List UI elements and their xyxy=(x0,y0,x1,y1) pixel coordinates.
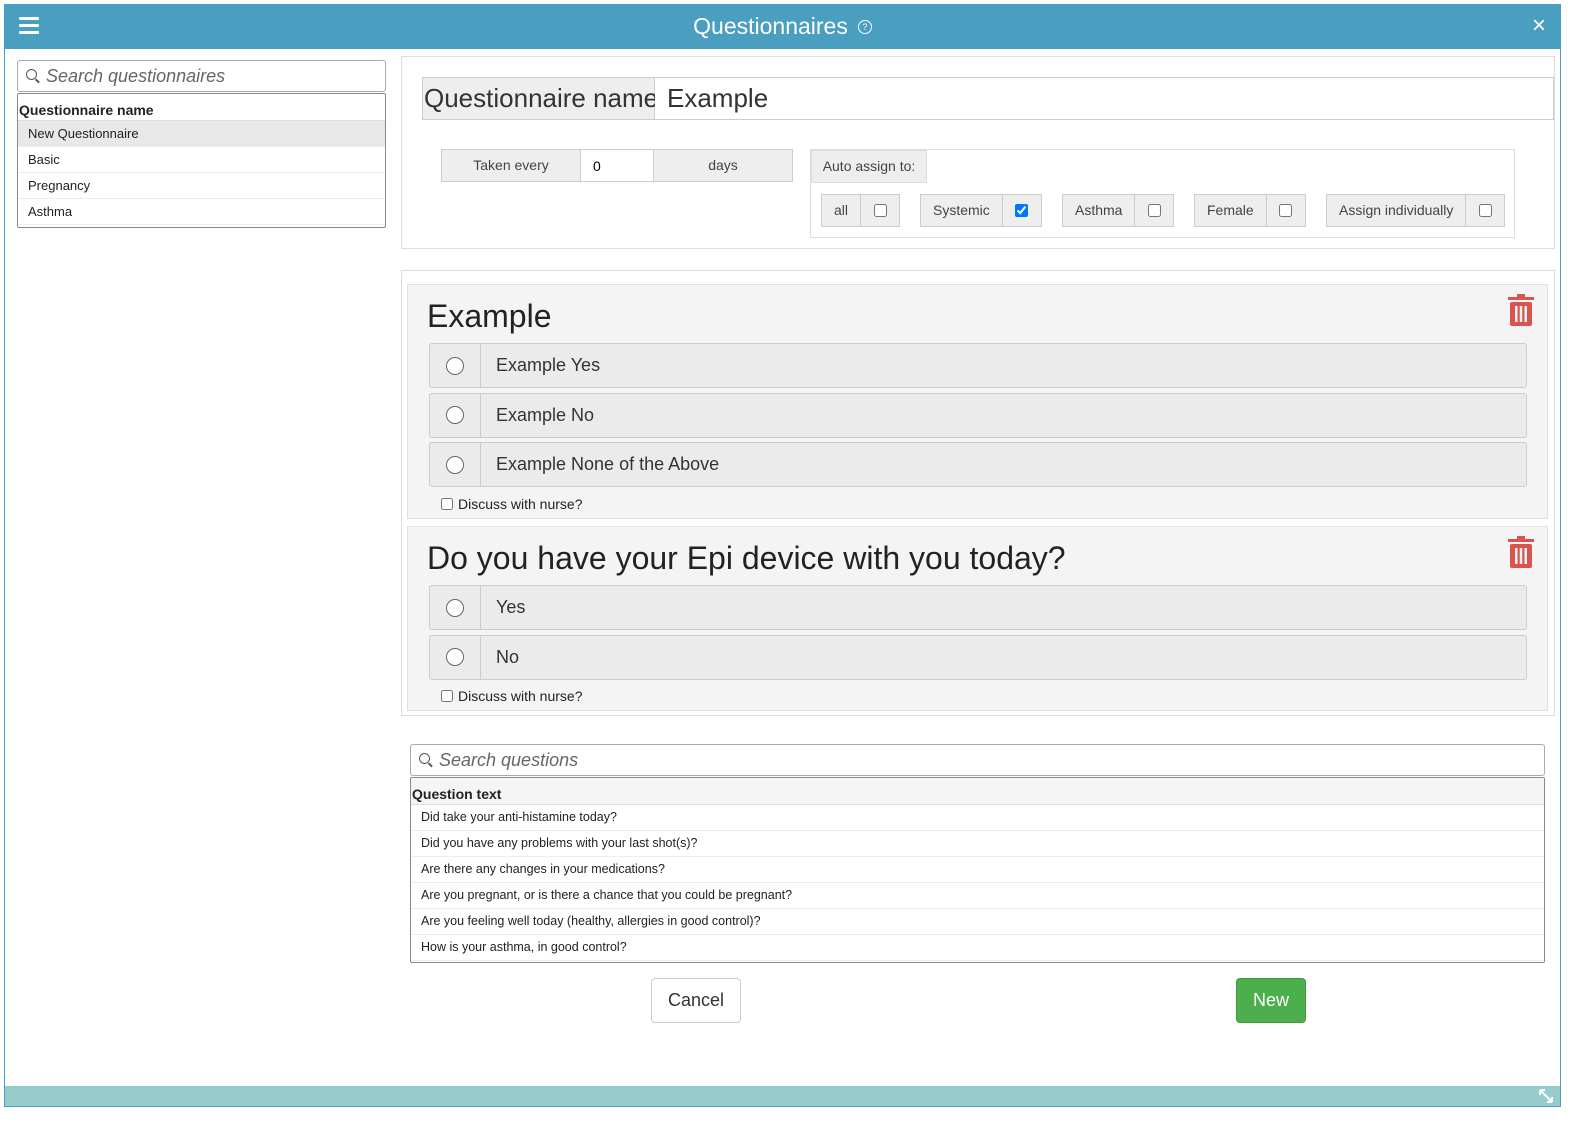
trash-icon[interactable] xyxy=(1507,294,1535,326)
answer-option[interactable]: Yes xyxy=(429,585,1527,630)
discuss-with-nurse-checkbox[interactable] xyxy=(441,690,453,702)
auto-assign-checkbox[interactable] xyxy=(1147,204,1161,217)
auto-assign-option-label: Asthma xyxy=(1063,195,1136,226)
taken-every-group: Taken every days xyxy=(441,149,793,182)
auto-assign-asthma: Asthma xyxy=(1062,194,1175,227)
search-icon xyxy=(419,753,430,764)
answer-option-label: No xyxy=(496,646,520,667)
discuss-with-nurse[interactable]: Discuss with nurse? xyxy=(441,496,583,512)
days-label: days xyxy=(654,150,792,181)
cancel-button[interactable]: Cancel xyxy=(651,978,741,1023)
questionnaire-list-item[interactable]: Basic xyxy=(18,147,385,173)
auto-assign-all: all xyxy=(821,194,901,227)
questionnaire-name-label: Questionnaire name xyxy=(423,78,658,119)
question-bank-row[interactable]: Are you feeling well today (healthy, all… xyxy=(411,909,1544,935)
search-icon xyxy=(26,69,37,80)
checkbox-cell xyxy=(1267,195,1305,226)
questionnaire-list: Questionnaire name New Questionnaire Basi… xyxy=(17,93,386,228)
questionnaire-list-item[interactable]: New Questionnaire xyxy=(18,121,385,147)
auto-assign-checkbox[interactable] xyxy=(1015,204,1029,217)
answer-option[interactable]: No xyxy=(429,634,1527,680)
radio-button[interactable] xyxy=(430,635,481,679)
auto-assign-option-label: Female xyxy=(1195,195,1267,226)
question-title: Example xyxy=(427,298,552,334)
window-title-text: Questionnaires xyxy=(693,13,848,39)
question-bank-row[interactable]: How is your asthma, in good control? xyxy=(411,935,1544,961)
questionnaires-window: Questionnaires? × Questionnaire name New… xyxy=(4,4,1561,1107)
radio-circle xyxy=(446,598,464,617)
radio-circle xyxy=(446,648,464,666)
checkbox-cell xyxy=(1003,195,1041,226)
question-block: Do you have your Epi device with you tod… xyxy=(407,526,1548,711)
answer-option-label: Yes xyxy=(496,597,526,617)
taken-every-input[interactable] xyxy=(580,150,654,181)
radio-button[interactable] xyxy=(430,443,481,486)
questions-panel: Example Example Yes Example No Example None… xyxy=(401,270,1555,716)
questionnaire-name-group: Questionnaire name xyxy=(422,77,1554,120)
radio-button[interactable] xyxy=(430,586,481,629)
trash-icon[interactable] xyxy=(1507,536,1535,568)
taken-every-label: Taken every xyxy=(442,150,580,181)
question-bank-row[interactable]: Are you pregnant, or is there a chance t… xyxy=(411,883,1544,909)
auto-assign-systemic: Systemic xyxy=(920,194,1042,227)
auto-assign-label: Auto assign to: xyxy=(811,150,927,183)
answer-option-label: Example None of the Above xyxy=(496,454,720,474)
auto-assign-checkbox[interactable] xyxy=(873,204,887,217)
discuss-with-nurse-label: Discuss with nurse? xyxy=(458,688,583,704)
answer-option-label: Example No xyxy=(496,404,595,425)
auto-assign-option-label: Systemic xyxy=(921,195,1003,226)
questionnaire-search[interactable] xyxy=(17,60,386,92)
discuss-with-nurse-checkbox[interactable] xyxy=(441,497,453,510)
close-icon[interactable]: × xyxy=(1532,13,1546,39)
radio-button[interactable] xyxy=(430,344,481,387)
discuss-with-nurse[interactable]: Discuss with nurse? xyxy=(441,688,583,704)
status-bar xyxy=(5,1086,1560,1106)
discuss-with-nurse-label: Discuss with nurse? xyxy=(458,495,583,512)
questionnaire-list-item[interactable]: Asthma xyxy=(18,199,385,225)
checkbox-cell xyxy=(1135,195,1173,226)
answer-option[interactable]: Example No xyxy=(429,392,1527,438)
question-bank-row[interactable]: Are there any changes in your medication… xyxy=(411,857,1544,883)
questionnaire-search-input[interactable] xyxy=(44,65,379,88)
question-bank-row[interactable]: Did take your anti-histamine today? xyxy=(411,805,1544,831)
question-search-input[interactable] xyxy=(437,749,1461,772)
questionnaire-list-item[interactable]: Pregnancy xyxy=(18,173,385,199)
checkbox-cell xyxy=(1466,195,1504,226)
question-bank-row[interactable]: Did you have any problems with your last… xyxy=(411,831,1544,857)
resize-icon[interactable] xyxy=(1538,1088,1554,1104)
questionnaire-list-header: Questionnaire name xyxy=(18,94,385,121)
questionnaire-name-input[interactable] xyxy=(655,78,1553,119)
auto-assign-checkbox[interactable] xyxy=(1279,204,1293,217)
radio-circle xyxy=(446,356,464,375)
auto-assign-female: Female xyxy=(1194,194,1306,227)
auto-assign-group: Auto assign to: all Systemic Asthma Female A… xyxy=(810,149,1515,238)
window-title: Questionnaires? xyxy=(5,13,1560,40)
answer-option[interactable]: Example None of the Above xyxy=(429,442,1527,487)
auto-assign-assign-individually: Assign individually xyxy=(1326,194,1506,227)
radio-circle xyxy=(446,406,464,424)
question-block: Example Example Yes Example No Example None… xyxy=(407,284,1548,519)
checkbox-cell xyxy=(861,195,899,226)
radio-button[interactable] xyxy=(430,393,481,437)
question-bank-header: Question text xyxy=(411,778,1544,805)
auto-assign-option-label: Assign individually xyxy=(1327,195,1467,226)
question-bank-list: Question text Did take your anti-histami… xyxy=(410,777,1545,963)
radio-circle xyxy=(446,455,464,474)
title-bar: Questionnaires? × xyxy=(5,5,1560,49)
question-search[interactable] xyxy=(410,744,1545,776)
answer-option-label: Example Yes xyxy=(496,355,601,375)
answer-option[interactable]: Example Yes xyxy=(429,343,1527,388)
help-icon[interactable]: ? xyxy=(857,19,872,34)
auto-assign-option-label: all xyxy=(822,195,862,226)
settings-panel: Questionnaire name Taken every days Auto… xyxy=(401,56,1555,249)
auto-assign-checkbox[interactable] xyxy=(1478,204,1492,217)
new-button[interactable]: New xyxy=(1236,978,1306,1023)
question-title: Do you have your Epi device with you tod… xyxy=(427,540,1066,576)
